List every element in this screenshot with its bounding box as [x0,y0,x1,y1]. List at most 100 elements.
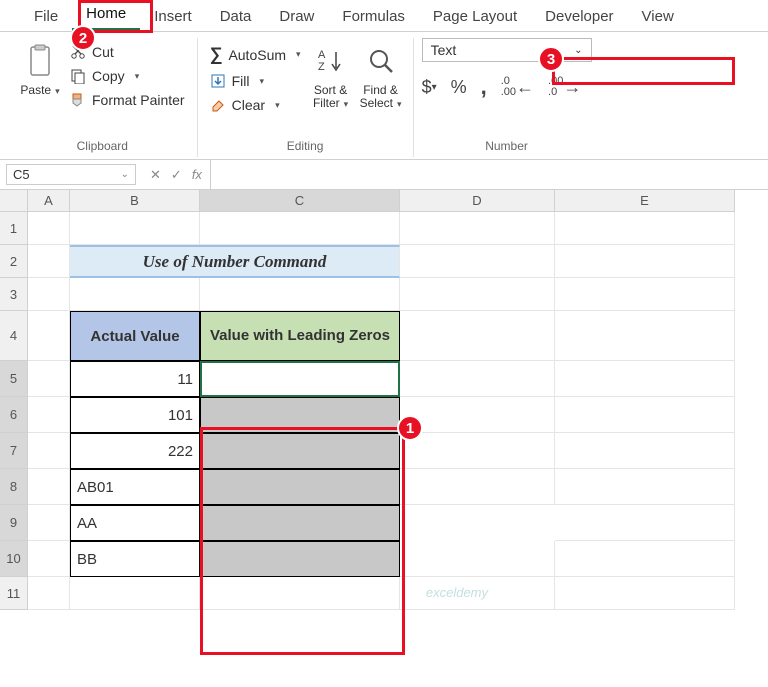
cell[interactable] [400,212,555,245]
cell[interactable] [200,577,400,610]
cell[interactable] [400,278,555,311]
table-header-leading[interactable]: Value with Leading Zeros [200,311,400,361]
copy-button[interactable]: Copy [66,66,189,86]
paste-button[interactable]: Paste [16,38,64,101]
row-header[interactable]: 10 [0,541,28,577]
row-header[interactable]: 1 [0,212,28,245]
table-title[interactable]: Use of Number Command [70,245,400,278]
row-header[interactable]: 6 [0,397,28,433]
cell[interactable] [70,212,200,245]
col-header-a[interactable]: A [28,190,70,212]
format-painter-button[interactable]: Format Painter [66,90,189,110]
cell[interactable] [555,361,735,397]
cell[interactable] [555,397,735,433]
cell[interactable] [400,311,555,361]
number-format-dropdown[interactable]: Text ⌄ [422,38,592,62]
cell[interactable] [555,577,735,610]
cell-b5[interactable]: 11 [70,361,200,397]
cell[interactable] [200,212,400,245]
cell-c9[interactable] [200,505,400,541]
cell[interactable] [70,278,200,311]
cell[interactable] [555,212,735,245]
increase-decimal-button[interactable]: .0.00← [501,76,534,98]
sort-filter-button[interactable]: AZ Sort & Filter [307,38,355,114]
cell-c7[interactable] [200,433,400,469]
tab-insert[interactable]: Insert [140,2,206,31]
cell[interactable] [555,311,735,361]
fx-icon[interactable]: fx [192,167,202,182]
tab-developer[interactable]: Developer [531,2,627,31]
cell-b7[interactable]: 222 [70,433,200,469]
decrease-decimal-button[interactable]: .00.0→ [548,76,581,98]
row-header[interactable]: 3 [0,278,28,311]
autosum-button[interactable]: ∑ AutoSum [206,42,305,67]
cell[interactable] [28,245,70,278]
cell[interactable] [555,505,735,541]
worksheet-grid[interactable]: A B C D E 1 2 Use of Number Command 3 4 … [0,190,768,610]
comma-format-button[interactable]: , [481,74,487,100]
clear-button[interactable]: Clear [206,95,305,115]
name-box[interactable]: C5 ⌄ [6,164,136,185]
tab-view[interactable]: View [628,2,688,31]
col-header-b[interactable]: B [70,190,200,212]
row-header[interactable]: 9 [0,505,28,541]
cancel-icon[interactable]: ✕ [150,167,161,183]
cell[interactable] [28,361,70,397]
cell-c5[interactable] [200,361,400,397]
tab-file[interactable]: File [20,2,72,31]
row-header[interactable]: 8 [0,469,28,505]
cell[interactable] [400,433,555,469]
cell-b6[interactable]: 101 [70,397,200,433]
cell[interactable] [28,505,70,541]
cell[interactable] [28,541,70,577]
cell-b10[interactable]: BB [70,541,200,577]
tab-page-layout[interactable]: Page Layout [419,2,531,31]
find-select-button[interactable]: Find & Select [357,38,405,114]
table-header-actual[interactable]: Actual Value [70,311,200,361]
accounting-format-button[interactable]: $ ▾ [422,77,437,98]
cell[interactable] [28,433,70,469]
tab-data[interactable]: Data [206,2,266,31]
cell[interactable] [555,433,735,469]
row-header[interactable]: 5 [0,361,28,397]
cell[interactable] [555,469,735,505]
cell[interactable] [28,469,70,505]
cell[interactable] [28,577,70,610]
cell[interactable] [555,541,735,577]
group-clipboard: Paste Cut Copy Format Painter Clipboard [8,38,198,157]
percent-format-button[interactable]: % [451,77,467,98]
cell-c6[interactable] [200,397,400,433]
cell[interactable] [555,245,735,278]
col-header-e[interactable]: E [555,190,735,212]
row-header[interactable]: 2 [0,245,28,278]
col-header-c[interactable]: C [200,190,400,212]
row-header[interactable]: 4 [0,311,28,361]
cell[interactable] [400,541,555,577]
row-header[interactable]: 11 [0,577,28,610]
cell[interactable] [200,278,400,311]
cell[interactable] [555,278,735,311]
cell-c10[interactable] [200,541,400,577]
row-header[interactable]: 7 [0,433,28,469]
cell-b8[interactable]: AB01 [70,469,200,505]
tab-formulas[interactable]: Formulas [328,2,419,31]
cell[interactable] [400,505,555,541]
cell[interactable] [400,397,555,433]
cell-c8[interactable] [200,469,400,505]
cell-b9[interactable]: AA [70,505,200,541]
cell[interactable] [400,245,555,278]
select-all-corner[interactable] [0,190,28,212]
cell[interactable] [70,577,200,610]
cell[interactable] [28,212,70,245]
cell[interactable] [400,469,555,505]
fill-button[interactable]: Fill [206,71,305,91]
formula-input[interactable] [210,160,768,189]
enter-icon[interactable]: ✓ [171,167,182,183]
col-header-d[interactable]: D [400,190,555,212]
autosum-label: AutoSum [228,47,286,63]
cell[interactable] [28,397,70,433]
cell[interactable] [400,361,555,397]
cell[interactable] [28,311,70,361]
cell[interactable] [28,278,70,311]
tab-draw[interactable]: Draw [265,2,328,31]
